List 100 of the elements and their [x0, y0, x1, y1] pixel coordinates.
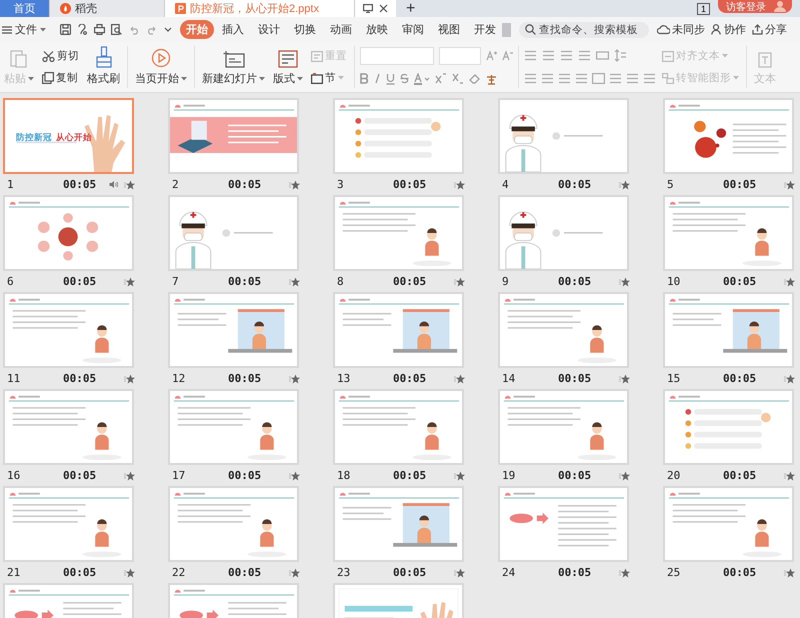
animation-star-icon[interactable]: [784, 276, 795, 286]
slide-number: 10: [666, 275, 682, 288]
slide-number: 15: [666, 372, 682, 385]
shrink-font-icon[interactable]: [502, 50, 513, 61]
increase-indent-icon[interactable]: [578, 50, 591, 61]
search-field[interactable]: 查找命令、搜索模板: [519, 22, 649, 38]
grow-font-icon[interactable]: [486, 50, 497, 61]
font-color-icon[interactable]: [414, 72, 430, 84]
animation-star-icon[interactable]: [619, 276, 630, 286]
superscript-icon[interactable]: [435, 73, 447, 84]
ribbon-tab[interactable]: 切换: [288, 20, 322, 39]
strikethrough-icon[interactable]: [400, 73, 409, 84]
ribbon-button[interactable]: 新建幻灯片: [198, 42, 269, 92]
animation-star-icon[interactable]: [124, 470, 135, 480]
bullet-list-icon[interactable]: [524, 50, 537, 61]
redo-icon[interactable]: [146, 24, 158, 34]
animation-star-icon[interactable]: [454, 276, 465, 286]
column-icon[interactable]: [609, 73, 622, 84]
animation-star-icon[interactable]: [124, 276, 135, 286]
slide-number: 9: [501, 275, 510, 288]
slide-number: 17: [171, 469, 186, 482]
decrease-indent-icon[interactable]: [560, 50, 573, 61]
numbered-list-icon[interactable]: [542, 50, 555, 61]
font-name-field[interactable]: [360, 46, 434, 64]
ribbon-tab[interactable]: 设计: [252, 20, 286, 39]
caret-icon: [297, 76, 303, 80]
scroll-right-button[interactable]: [502, 22, 511, 36]
indent-icon[interactable]: [643, 73, 656, 84]
ribbon-button[interactable]: 节: [309, 70, 349, 86]
slide-thumbnail[interactable]: 防控新冠 从心开始: [3, 98, 134, 174]
animation-star-icon[interactable]: [784, 568, 795, 578]
ribbon-tab[interactable]: 开发: [468, 20, 502, 39]
animation-star-icon[interactable]: [289, 180, 300, 190]
animation-star-icon[interactable]: [289, 470, 300, 480]
align-right-icon[interactable]: [558, 73, 571, 84]
ribbon-tab[interactable]: 动画: [324, 20, 358, 39]
ribbon-tab[interactable]: 审阅: [396, 20, 430, 39]
slide-title: 从心开始: [56, 132, 92, 144]
new-tab-button[interactable]: +: [396, 0, 426, 17]
ribbon-button[interactable]: 剪切: [40, 48, 81, 64]
align-center-icon[interactable]: [541, 73, 554, 84]
subscript-icon[interactable]: [452, 73, 464, 84]
animation-star-icon[interactable]: [784, 470, 795, 480]
font-size-field[interactable]: [439, 46, 481, 64]
text-direction-icon[interactable]: [596, 50, 609, 61]
ribbon-button[interactable]: 当页开始: [131, 42, 191, 92]
ribbon-button[interactable]: 格式刷: [83, 42, 124, 92]
save-icon[interactable]: [60, 24, 71, 35]
login-button[interactable]: 访客登录: [718, 0, 792, 13]
smart-art-icon: [662, 72, 674, 84]
print-icon[interactable]: [94, 24, 105, 35]
speaker-icon[interactable]: [109, 180, 118, 189]
toolbar-action[interactable]: 协作: [711, 22, 746, 37]
slide-duration: 00:05: [723, 275, 758, 288]
animation-star-icon[interactable]: [289, 568, 300, 578]
animation-star-icon[interactable]: [124, 180, 135, 190]
align-left-icon[interactable]: [524, 73, 537, 84]
animation-star-icon[interactable]: [454, 374, 465, 384]
line-spacing-icon[interactable]: [614, 49, 627, 62]
document-tab[interactable]: 稻壳: [50, 0, 165, 17]
file-menu[interactable]: 文件: [0, 22, 52, 37]
close-icon[interactable]: [379, 4, 388, 13]
ribbon-tab[interactable]: 放映: [360, 20, 394, 39]
presentation-icon: [175, 3, 186, 14]
animation-star-icon[interactable]: [784, 180, 795, 190]
animation-star-icon[interactable]: [619, 568, 630, 578]
animation-star-icon[interactable]: [454, 180, 465, 190]
bold-icon[interactable]: [360, 73, 369, 84]
preview-icon[interactable]: [111, 24, 122, 35]
play-icon: [151, 48, 171, 68]
animation-star-icon[interactable]: [619, 374, 630, 384]
justify-icon[interactable]: [575, 73, 588, 84]
italic-icon[interactable]: [374, 73, 381, 84]
ribbon-tab[interactable]: 视图: [432, 20, 466, 39]
ribbon-button[interactable]: 复制: [40, 70, 81, 86]
ribbon-tab[interactable]: 插入: [216, 20, 250, 39]
ribbon-button[interactable]: 版式: [269, 42, 307, 92]
animation-star-icon[interactable]: [454, 470, 465, 480]
animation-star-icon[interactable]: [454, 568, 465, 578]
slide-duration: 00:05: [228, 275, 262, 288]
slide-duration: 00:05: [723, 178, 758, 191]
monitor-icon[interactable]: [363, 4, 373, 13]
toolbar-action[interactable]: 分享: [752, 22, 787, 37]
animation-star-icon[interactable]: [289, 276, 300, 286]
animation-star-icon[interactable]: [784, 374, 795, 384]
paste-icon: [10, 48, 28, 68]
toolbar-action[interactable]: 未同步: [657, 22, 705, 37]
slide-number: 23: [336, 566, 352, 579]
more-icon[interactable]: [164, 26, 172, 32]
animation-star-icon[interactable]: [124, 568, 135, 578]
underline-icon[interactable]: [386, 72, 395, 84]
animation-star-icon[interactable]: [619, 470, 630, 480]
distribute-icon[interactable]: [592, 73, 605, 84]
eraser-icon[interactable]: [469, 73, 481, 84]
undo-icon[interactable]: [128, 24, 140, 34]
animation-star-icon[interactable]: [124, 374, 135, 384]
animation-star-icon[interactable]: [619, 180, 630, 190]
spacing-icon[interactable]: [626, 73, 639, 84]
document-tab[interactable]: 首页: [0, 0, 50, 17]
animation-star-icon[interactable]: [289, 374, 300, 384]
